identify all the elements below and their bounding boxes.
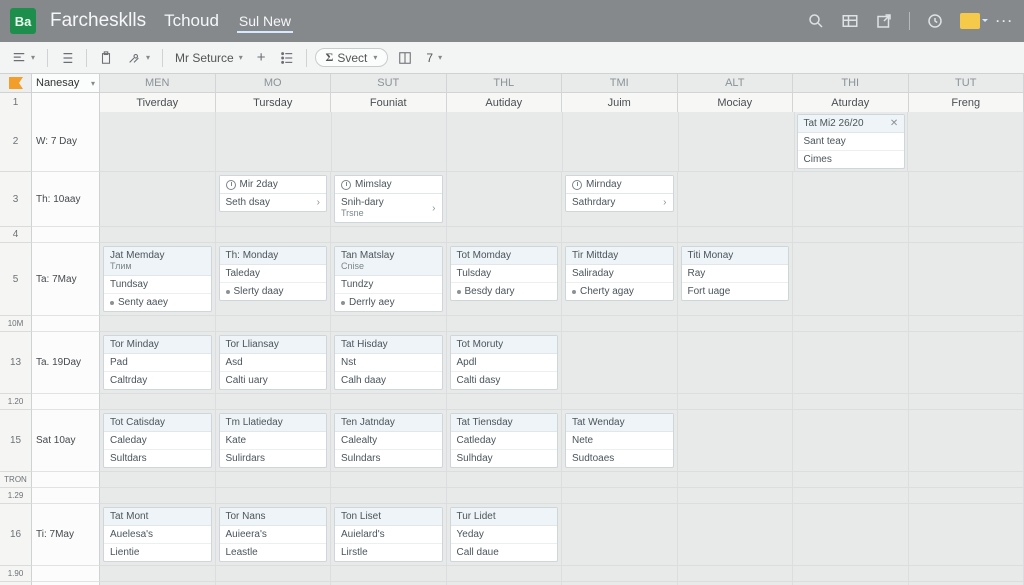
sigma-icon: Σ (326, 50, 334, 65)
app-title: Farchesklls (50, 10, 146, 32)
card[interactable]: Tm LlatiedayKateSulirdars (219, 413, 328, 468)
card[interactable]: Tot CatisdayCaledaySultdars (103, 413, 212, 468)
chevron-right-icon: › (317, 197, 320, 208)
day-long-6[interactable]: Aturday (793, 93, 909, 113)
day-short-5[interactable]: ALT (678, 74, 794, 93)
app-header: Ba Farchesklls Tchoud Sul New ··· (0, 0, 1024, 42)
sheet-pill[interactable]: Σ Svect ▾ (315, 48, 389, 67)
add-button[interactable]: + (253, 47, 270, 68)
left-label-blank (32, 93, 100, 113)
day-short-1[interactable]: MO (216, 74, 332, 93)
corner-flag[interactable] (0, 74, 32, 93)
clock-icon (572, 180, 582, 190)
export-icon[interactable] (875, 12, 893, 30)
left-label: W: 7 Day (32, 112, 100, 172)
day-long-2[interactable]: Founiat (331, 93, 447, 113)
page-number[interactable]: 7▾ (422, 49, 446, 67)
row-header-1[interactable]: 1 (0, 93, 32, 113)
day-long-7[interactable]: Freng (909, 93, 1024, 113)
columns-button[interactable] (394, 49, 416, 67)
day-short-2[interactable]: SUT (331, 74, 447, 93)
toolbar: ▾ ▾ Mr Seturce▾ + Σ Svect ▾ 7▾ (0, 42, 1024, 74)
align-left-button[interactable]: ▾ (8, 49, 39, 67)
left-label: Th: 10aay (32, 172, 100, 227)
card[interactable]: Jat MemdayТлим Tundsay Senty aaey (103, 246, 212, 312)
seturce-dropdown[interactable]: Mr Seturce▾ (171, 49, 247, 67)
card[interactable]: Tor NansAuieera'sLeastle (219, 507, 328, 562)
left-label: Ta. 19Day (32, 332, 100, 394)
row-header[interactable]: 3 (0, 172, 32, 227)
row-header[interactable]: 15 (0, 410, 32, 472)
search-icon[interactable] (807, 12, 825, 30)
clipboard-button[interactable] (95, 49, 117, 67)
day-long-5[interactable]: Mociay (678, 93, 794, 113)
card[interactable]: Mirnday Sathrdary› (565, 175, 674, 212)
card[interactable]: Tan MatslayCnise Tundzy Derrly aey (334, 246, 443, 312)
card[interactable]: Mimslay Snih-daryTrsne› (334, 175, 443, 223)
card[interactable]: Tir MittdaySaliraday Cherty agay (565, 246, 674, 301)
card[interactable]: Tat WendayNeteSudtoaes (565, 413, 674, 468)
card[interactable]: Tur LidetYedayCall daue (450, 507, 559, 562)
row-header[interactable]: 1.90 (0, 566, 32, 582)
drive-icon[interactable] (960, 13, 980, 29)
row-header[interactable]: 1.29 (0, 488, 32, 504)
grid-icon[interactable] (841, 12, 859, 30)
left-label: Sat 10ay (32, 410, 100, 472)
row-header[interactable]: 4 (0, 227, 32, 243)
card[interactable]: Tot MorutyApdlCalti dasy (450, 335, 559, 390)
day-short-7[interactable]: TUT (909, 74, 1024, 93)
clock-icon (226, 180, 236, 190)
header-separator (909, 12, 910, 30)
row-header[interactable]: 16 (0, 504, 32, 566)
row-header[interactable]: 2 (0, 112, 32, 172)
card[interactable]: Tat MontAuelesa'sLientie (103, 507, 212, 562)
day-long-3[interactable]: Autiday (447, 93, 563, 113)
card[interactable]: Ton LisetAuielard'sLirstle (334, 507, 443, 562)
bullet-list-button[interactable] (276, 49, 298, 67)
day-long-1[interactable]: Tursday (216, 93, 332, 113)
flag-icon (8, 77, 24, 89)
card-right[interactable]: Tat Mi2 26/20✕ Sant teay Cimes (797, 114, 906, 169)
name-dropdown[interactable]: Nanesay▾ (32, 74, 100, 93)
card[interactable]: Mir 2day Seth dsay› (219, 175, 328, 212)
app-logo: Ba (10, 8, 36, 34)
clock-icon (341, 180, 351, 190)
tools-button[interactable]: ▾ (123, 49, 154, 67)
left-label: Ti: 7May (32, 504, 100, 566)
day-short-4[interactable]: TMI (562, 74, 678, 93)
tab-sul-new[interactable]: Sul New (237, 9, 293, 33)
card[interactable]: Titi MonayRayFort uage (681, 246, 790, 301)
row-header[interactable]: 1.20 (0, 394, 32, 410)
card[interactable]: Tat HisdayNstCalh daay (334, 335, 443, 390)
history-icon[interactable] (926, 12, 944, 30)
card[interactable]: Tot MomdayTulsday Besdy dary (450, 246, 559, 301)
left-label: Ta: 7May (32, 243, 100, 316)
card[interactable]: Ten JatndayCalealtySulndars (334, 413, 443, 468)
close-icon[interactable]: ✕ (890, 118, 898, 129)
day-long-4[interactable]: Juim (562, 93, 678, 113)
card[interactable]: Tor LliansayAsdCalti uary (219, 335, 328, 390)
more-icon[interactable]: ··· (996, 12, 1014, 30)
calendar-grid: 2 W: 7 Day Tat Mi2 26/20✕ Sant teay Cime… (0, 112, 1024, 585)
list-button[interactable] (56, 49, 78, 67)
card[interactable]: Th: MondayTaleday Slerty daay (219, 246, 328, 301)
day-short-0[interactable]: MEN (100, 74, 216, 93)
row-header[interactable]: 13 (0, 332, 32, 394)
tab-tchoud[interactable]: Tchoud (162, 7, 221, 35)
card[interactable]: Tor MindayPadCaltrday (103, 335, 212, 390)
card[interactable]: Tat TiensdayCatledaySulhday (450, 413, 559, 468)
row-header[interactable]: 10M (0, 316, 32, 332)
day-short-6[interactable]: THI (793, 74, 909, 93)
column-headers: Nanesay▾ MEN MO SUT THL TMI ALT THI TUT … (0, 74, 1024, 113)
day-short-3[interactable]: THL (447, 74, 563, 93)
day-long-0[interactable]: Tiverday (100, 93, 216, 113)
row-header[interactable]: TRON (0, 472, 32, 488)
row-header[interactable]: 5 (0, 243, 32, 316)
